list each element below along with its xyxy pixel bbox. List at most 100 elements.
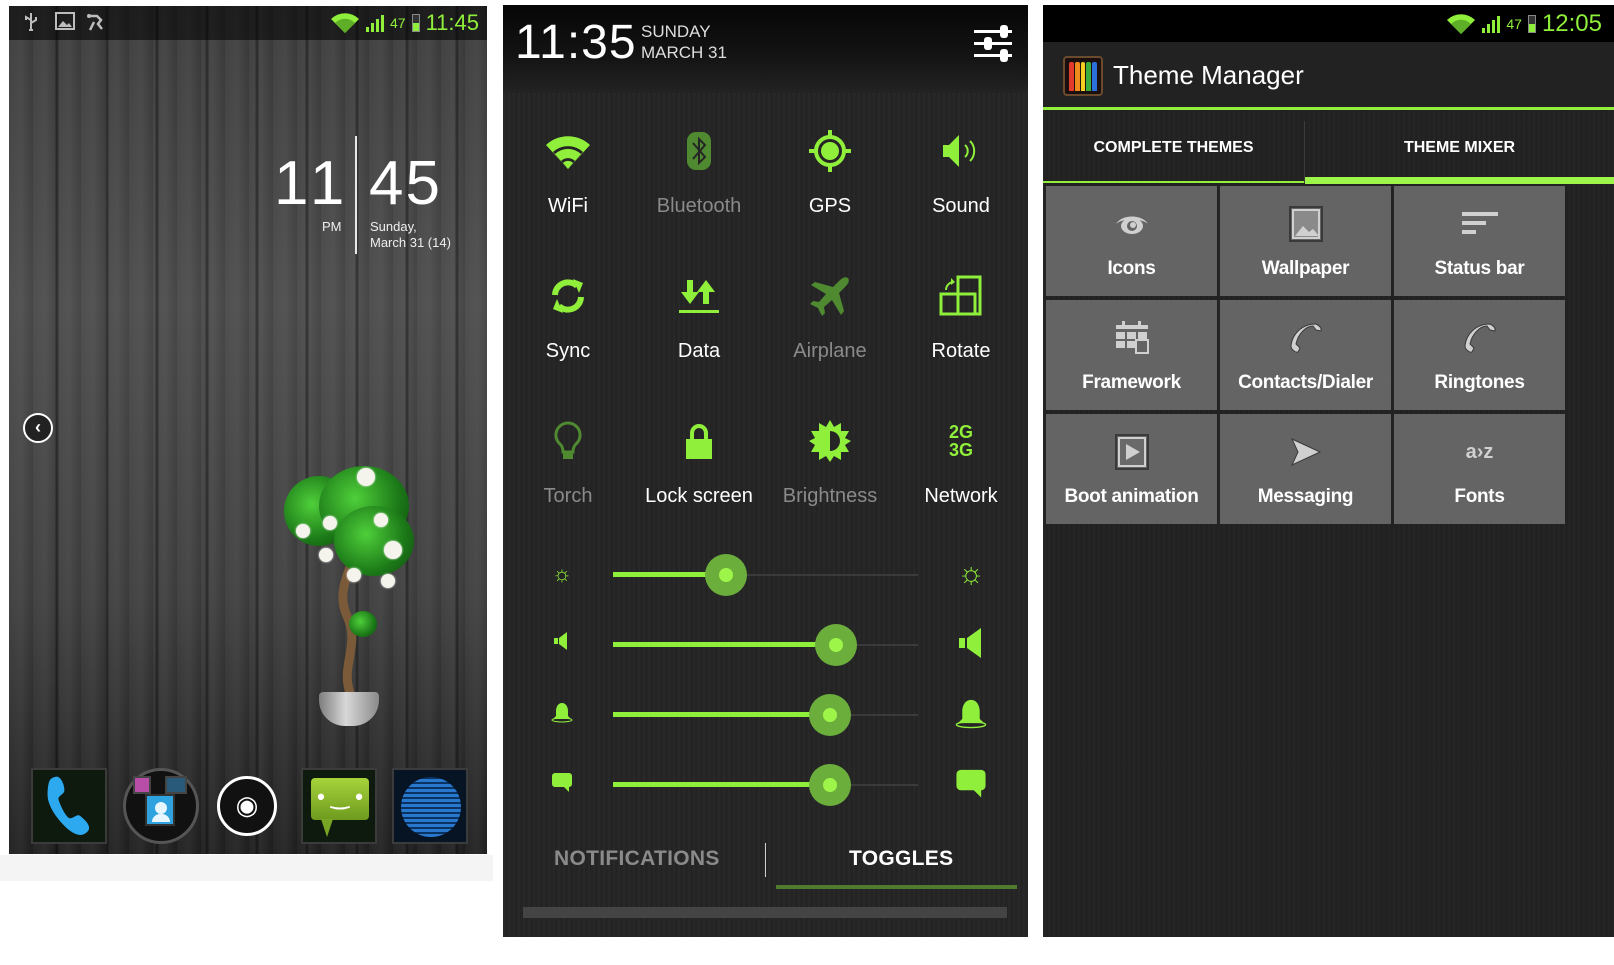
toggle-sound[interactable]: Sound — [896, 125, 1026, 245]
mixer-item-framework[interactable]: Framework — [1046, 300, 1217, 410]
battery-percent: 47 — [1506, 16, 1522, 32]
send-icon — [1220, 432, 1391, 472]
settings-sliders-button[interactable] — [974, 25, 1012, 62]
battery-icon — [411, 14, 420, 32]
clock-divider — [355, 136, 357, 254]
toggle-label: Rotate — [931, 340, 991, 362]
mixer-item-label: Status bar — [1434, 258, 1525, 279]
eye-icon — [1046, 204, 1217, 244]
toggle-sync[interactable]: Sync — [503, 270, 633, 390]
dock-browser[interactable] — [392, 768, 468, 844]
mixer-item-label: Ringtones — [1434, 372, 1525, 393]
dock-contacts-folder[interactable] — [123, 768, 199, 844]
mixer-item-icons[interactable]: Icons — [1046, 186, 1217, 296]
toggle-label: Bluetooth — [656, 195, 742, 217]
toggle-torch[interactable]: Torch — [503, 415, 633, 535]
brightness-icon — [765, 415, 895, 467]
slider-thumb[interactable] — [808, 694, 851, 736]
mixer-item-contacts-dialer[interactable]: Contacts/Dialer — [1220, 300, 1391, 410]
slider-track[interactable] — [613, 624, 918, 666]
active-tab-indicator — [1305, 177, 1614, 184]
fonts-icon-glyph: a›z — [1465, 440, 1494, 463]
toggle-label: Sync — [545, 340, 591, 362]
cell-signal-icon — [1482, 15, 1501, 33]
flower — [381, 574, 395, 588]
toggle-lock-screen[interactable]: Lock screen — [634, 415, 764, 535]
toggle-label: Data — [677, 340, 721, 362]
wifi-icon — [503, 125, 633, 177]
tab-theme-mixer[interactable]: THEME MIXER — [1305, 113, 1614, 183]
slider-fill — [613, 712, 830, 717]
mixer-item-label: Framework — [1082, 372, 1181, 393]
plant-foliage — [349, 611, 377, 637]
debug-icon — [85, 12, 107, 37]
slider-track[interactable] — [613, 694, 918, 736]
battery-icon — [1527, 15, 1536, 33]
mixer-item-label: Icons — [1107, 258, 1156, 279]
play-icon — [1046, 432, 1217, 472]
battery-percent: 47 — [390, 15, 406, 31]
clock-minute: 45 — [369, 149, 442, 218]
slider-thumb[interactable] — [808, 764, 851, 806]
toggle-rotate[interactable]: Rotate — [896, 270, 1026, 390]
dock-messaging[interactable]: • ‿ • — [301, 768, 377, 844]
clock-date-line2: March 31 (14) — [370, 235, 451, 250]
screenshot-frame-shadow — [0, 855, 493, 881]
wifi-signal-icon — [330, 12, 360, 34]
tab-complete-themes[interactable]: COMPLETE THEMES — [1043, 113, 1304, 183]
slider-ringer-volume — [503, 694, 1028, 736]
toggle-network[interactable]: 2G 3G Network — [896, 415, 1026, 535]
mixer-item-fonts[interactable]: a›z Fonts — [1394, 414, 1565, 524]
brightness-low-icon: ☼ — [551, 561, 573, 586]
toggle-bluetooth[interactable]: Bluetooth — [634, 125, 764, 245]
toggle-wifi[interactable]: WiFi — [503, 125, 633, 245]
back-arrow-button[interactable]: ‹ — [23, 413, 53, 443]
globe-icon — [401, 777, 461, 837]
toggle-brightness[interactable]: Brightness — [765, 415, 895, 535]
tab-toggles[interactable]: TOGGLES — [849, 847, 953, 871]
dock-phone[interactable] — [31, 768, 107, 844]
slider-thumb[interactable] — [704, 554, 747, 596]
fonts-icon: a›z — [1394, 432, 1565, 472]
toggle-label: WiFi — [548, 195, 588, 217]
mixer-item-messaging[interactable]: Messaging — [1220, 414, 1391, 524]
framework-icon — [1046, 318, 1217, 358]
dock: ◉ • ‿ • — [9, 758, 487, 854]
toggle-data[interactable]: Data — [634, 270, 764, 390]
toggle-label: Brightness — [782, 485, 878, 507]
mixer-item-ringtones[interactable]: Ringtones — [1394, 300, 1565, 410]
toggle-airplane[interactable]: Airplane — [765, 270, 895, 390]
active-tab-indicator — [776, 885, 1017, 889]
chameleon-launcher-icon: ◉ — [217, 776, 277, 836]
tab-notifications[interactable]: NOTIFICATIONS — [554, 847, 720, 871]
panel-drag-handle[interactable] — [523, 907, 1007, 918]
tab-underline — [1043, 181, 1304, 183]
slider-track[interactable] — [613, 764, 918, 806]
clock-ampm: PM — [322, 219, 342, 234]
mixer-item-boot-animation[interactable]: Boot animation — [1046, 414, 1217, 524]
mixer-item-wallpaper[interactable]: Wallpaper — [1220, 186, 1391, 296]
panel-tabs: NOTIFICATIONS TOGGLES — [503, 825, 1028, 895]
mixer-item-status-bar[interactable]: Status bar — [1394, 186, 1565, 296]
mixer-item-label: Fonts — [1454, 486, 1505, 507]
usb-icon — [23, 12, 39, 37]
home-screen: 47 11:45 11 45 PM Sunday, March 31 (14) … — [9, 6, 487, 854]
slider-media-volume — [503, 624, 1028, 667]
status-bar: 47 11:45 — [9, 6, 487, 40]
speaker-high-icon — [953, 627, 989, 667]
messaging-icon-face: • ‿ • — [317, 784, 363, 809]
messaging-icon-tail — [321, 819, 333, 837]
slider-thumb[interactable] — [814, 624, 857, 666]
dock-app-drawer[interactable]: ◉ — [209, 768, 285, 844]
phone-icon — [33, 769, 105, 851]
theme-manager-app: 47 12:05 Theme Manager COMPLETE THEMES T… — [1043, 5, 1614, 937]
slider-track[interactable] — [613, 554, 918, 596]
toggle-gps[interactable]: GPS — [765, 125, 895, 245]
bell-small-icon — [547, 701, 577, 729]
app-title: Theme Manager — [1113, 60, 1304, 90]
mixer-item-label: Wallpaper — [1261, 258, 1350, 279]
phone-handset-icon — [1394, 318, 1565, 358]
toggle-label: Sound — [932, 195, 990, 217]
theme-manager-app-icon[interactable] — [1063, 56, 1103, 96]
airplane-icon — [765, 270, 895, 322]
